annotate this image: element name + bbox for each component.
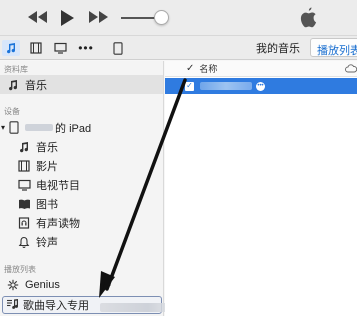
playlists-section-header: 播放列表: [4, 265, 36, 274]
ipad-icon: [7, 121, 21, 135]
music-library-button[interactable]: [2, 40, 20, 56]
genius-icon: [6, 278, 20, 292]
film-icon: [17, 159, 31, 173]
list-column-header: ✓ 名称: [165, 61, 357, 77]
device-name-label: 的 iPad: [55, 122, 92, 135]
music-note-icon: [7, 43, 16, 54]
table-row[interactable]: ✓ •••: [165, 78, 357, 94]
sidebar-item-label: 图书: [36, 198, 58, 211]
movies-button[interactable]: [28, 40, 44, 56]
tab-playlists[interactable]: 播放列表: [310, 38, 357, 57]
music-note-icon: [6, 78, 20, 92]
play-button[interactable]: [59, 9, 75, 27]
sidebar-item-device-movies[interactable]: 影片: [0, 156, 163, 175]
sidebar-item-label: 音乐: [25, 79, 47, 92]
film-icon: [30, 42, 42, 54]
sidebar-item-label: 影片: [36, 160, 58, 173]
audiobook-icon: [17, 216, 31, 230]
sidebar-item-music[interactable]: 音乐: [0, 75, 163, 94]
sidebar-item-device-tones[interactable]: 铃声: [0, 232, 163, 251]
sidebar-item-device-tv[interactable]: 电视节目: [0, 175, 163, 194]
sidebar-item-device-books[interactable]: 图书: [0, 194, 163, 213]
playlist-music-icon: [6, 298, 19, 313]
library-section-header: 资料库: [4, 65, 28, 74]
player-bar: [0, 0, 357, 36]
book-icon: [17, 197, 31, 211]
tv-icon: [53, 42, 67, 54]
sidebar-item-label: Genius: [25, 278, 60, 291]
more-options-icon[interactable]: •••: [256, 81, 265, 91]
device-button[interactable]: [111, 40, 125, 56]
volume-slider-thumb[interactable]: [154, 10, 169, 25]
row-checkbox[interactable]: ✓: [185, 81, 194, 91]
tv-shows-button[interactable]: [52, 40, 68, 56]
sidebar-item-label: 歌曲导入专用: [23, 300, 89, 312]
sidebar-item-device-audiobooks[interactable]: 有声读物: [0, 213, 163, 232]
song-list: ✓ 名称 ✓ •••: [165, 61, 357, 316]
sidebar-item-label: 电视节目: [36, 179, 80, 192]
more-button[interactable]: •••: [76, 40, 96, 56]
devices-section-header: 设备: [4, 107, 20, 116]
media-toolbar: ••• 我的音乐 播放列表: [0, 36, 357, 60]
disclosure-triangle-icon[interactable]: ▾: [1, 123, 5, 132]
music-note-icon: [17, 140, 31, 154]
rewind-icon: [28, 11, 47, 23]
play-icon: [61, 10, 74, 26]
sidebar-item-ipad[interactable]: ▾ 的 iPad: [0, 118, 163, 137]
previous-button[interactable]: [26, 9, 50, 25]
cloud-icon: [345, 64, 357, 75]
song-title-redacted: [200, 82, 252, 90]
apple-logo-icon: [299, 6, 317, 31]
checkmark-icon[interactable]: ✓: [186, 63, 194, 74]
sidebar-item-label: 音乐: [36, 141, 58, 154]
next-button[interactable]: [86, 9, 110, 25]
sidebar-item-label: 铃声: [36, 236, 58, 249]
device-name-redacted: [25, 124, 54, 131]
sidebar-item-label: 有声读物: [36, 217, 80, 230]
sidebar-item-device-music[interactable]: 音乐: [0, 137, 163, 156]
tab-my-music[interactable]: 我的音乐: [256, 40, 300, 56]
bell-icon: [17, 235, 31, 249]
ipad-icon: [113, 41, 123, 55]
fast-forward-icon: [89, 11, 108, 23]
sidebar: 资料库 音乐 设备 ▾ 的 iPad 音乐 影片 电视节目 图书 有声读物 铃声: [0, 61, 164, 316]
sidebar-item-genius[interactable]: Genius: [0, 275, 163, 294]
tv-icon: [17, 178, 31, 192]
name-column-header[interactable]: 名称: [199, 62, 217, 75]
